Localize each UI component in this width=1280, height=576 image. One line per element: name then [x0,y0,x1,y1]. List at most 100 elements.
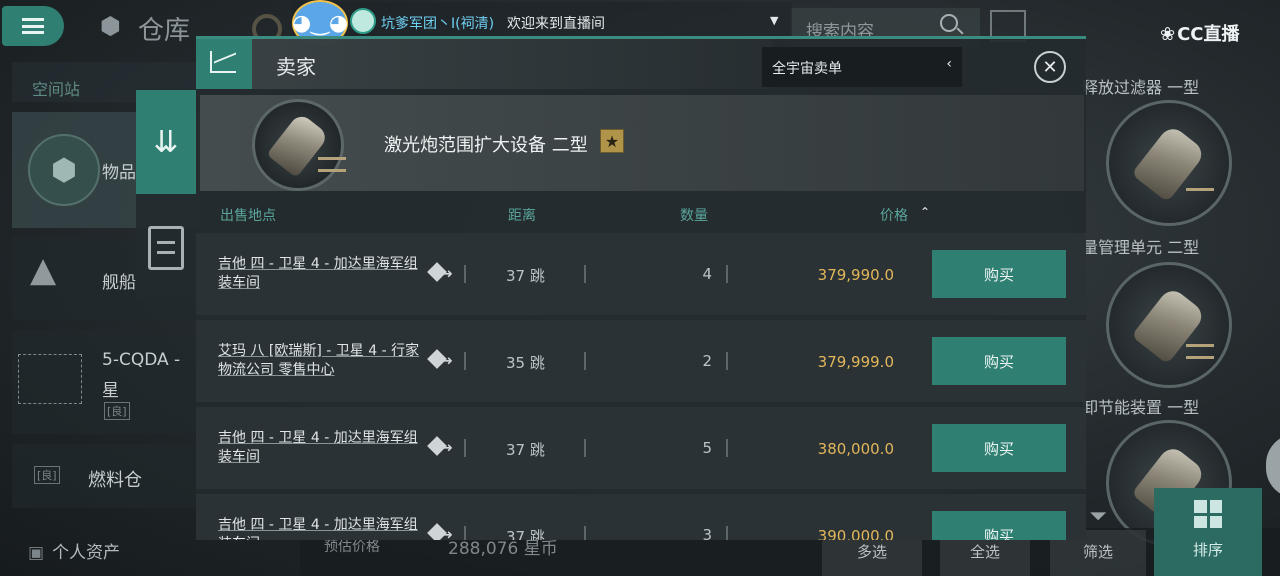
basket-icon: ⇊ [153,124,179,160]
ship-icon: ▲ [30,250,57,290]
divider [584,352,586,370]
tab-buy[interactable]: ⇊ [136,90,196,194]
caret-down-icon[interactable]: ▼ [770,14,778,27]
brand-logo: ❀ CC直播 [1160,20,1240,46]
grid-item-title: 释放过滤器 一型 [1082,78,1200,97]
column-distance[interactable]: 距离 [508,205,536,225]
brand-text: CC直播 [1177,24,1240,45]
divider [464,439,466,457]
personal-assets-label: 个人资产 [52,543,121,563]
buy-button[interactable]: 购买 [932,424,1066,472]
paw-icon: ❀ [1160,24,1176,45]
module-icon [1131,285,1207,365]
personal-assets-button[interactable]: ▣ 个人资产 [28,538,120,563]
security-tag: [良] [104,402,130,420]
route-icon[interactable]: ➜ [427,349,456,372]
route-icon[interactable]: ➜ [427,436,456,459]
sort-ascending-icon[interactable]: ⌃ [920,205,930,219]
cube-icon: ⬢ [100,12,121,40]
sidebar-item-label: 舰船 [102,273,136,293]
item-icon[interactable] [252,99,344,191]
dialog-title: 卖家 [276,55,316,79]
row-distance: 35 跳 [506,354,545,372]
divider [464,526,466,540]
table-row: 吉他 四 - 卫星 4 - 加达里海军组装车间 ➜ 37 跳 4 379,990… [196,233,1086,315]
row-location[interactable]: 吉他 四 - 卫星 4 - 加达里海军组装车间 [218,255,428,293]
column-location[interactable]: 出售地点 [220,205,276,225]
welcome-text: 欢迎来到直播间 [507,16,605,32]
level-badge-icon [350,8,376,34]
station-icon [18,354,82,404]
route-icon[interactable]: ➜ [427,262,456,285]
row-quantity: 3 [702,526,712,540]
grid-item-card[interactable] [1106,262,1232,388]
row-distance: 37 跳 [506,267,545,285]
line-chart-icon [210,51,236,73]
sidebar-item-station[interactable]: 5-CQDA - 星 [良] [12,330,202,434]
tech-level-mark [318,169,346,172]
row-location[interactable]: 艾玛 八 [欧瑞斯] - 卫星 4 - 行家物流公司 零售中心 [218,342,428,380]
row-quantity: 5 [702,439,712,457]
column-quantity[interactable]: 数量 [680,205,708,225]
filter-label: 筛选 [1082,543,1113,561]
divider [726,265,728,283]
chevron-left-icon: ‹ [946,56,952,72]
row-distance: 37 跳 [506,441,545,459]
item-summary: 激光炮范围扩大设备 二型 ★ [200,95,1084,191]
station-name-line2: 星 [102,381,119,401]
grid-item-title: 量管理单元 二型 [1082,238,1200,257]
divider [726,439,728,457]
tech-level-mark [318,157,346,160]
tech-level-mark [1186,344,1214,347]
row-price: 380,000.0 [817,440,894,458]
warehouse-title: 仓库 [138,16,191,46]
region-select[interactable]: 全宇宙卖单 ‹ [762,47,962,87]
sidebar-item-fuel[interactable]: [良] 燃料仓 [12,444,202,508]
buy-button[interactable]: 购买 [932,250,1066,298]
viewer-name: 坑爹军团丶I(祠清) [381,16,495,32]
grid-item-title: 卸节能装置 一型 [1082,398,1200,417]
buy-button[interactable]: 购买 [932,337,1066,385]
close-icon: ✕ [1042,56,1058,78]
search-icon[interactable] [940,14,958,32]
sidebar-item-label: 燃料仓 [88,470,142,491]
sort-button[interactable]: 排序 [1154,488,1262,576]
fuel-tag: [良] [34,466,60,484]
side-drawer-handle[interactable] [1266,434,1280,498]
row-price: 390,000.0 [817,527,894,540]
grid-item-card[interactable] [1106,100,1232,226]
row-location[interactable]: 吉他 四 - 卫星 4 - 加达里海军组装车间 [218,516,428,540]
favorite-star-icon[interactable]: ★ [600,129,624,153]
item-name: 激光炮范围扩大设备 二型 [384,135,588,156]
row-price: 379,990.0 [817,266,894,284]
divider [726,352,728,370]
table-row: 吉他 四 - 卫星 4 - 加达里海军组装车间 ➜ 37 跳 5 380,000… [196,407,1086,489]
divider [726,526,728,540]
column-price[interactable]: 价格 [880,205,908,225]
divider [584,439,586,457]
main-menu-button[interactable] [2,6,64,46]
table-header: 出售地点 距离 数量 价格 ⌃ [196,197,1086,229]
dialog-header [252,39,772,89]
route-icon[interactable]: ➜ [427,523,456,540]
station-name-line1: 5-CQDA - [102,350,181,370]
price-history-tab[interactable] [196,39,252,89]
row-quantity: 4 [702,265,712,283]
sort-label: 排序 [1192,541,1223,559]
row-price: 379,999.0 [817,353,894,371]
table-row: 艾玛 八 [欧瑞斯] - 卫星 4 - 行家物流公司 零售中心 ➜ 35 跳 2… [196,320,1086,402]
order-list-icon[interactable] [148,226,184,270]
row-location[interactable]: 吉他 四 - 卫星 4 - 加达里海军组装车间 [218,429,428,467]
safe-icon: ▣ [28,543,45,563]
grid-icon [1194,500,1222,528]
divider [464,352,466,370]
menu-icon [22,18,44,34]
close-button[interactable]: ✕ [1034,51,1066,83]
tech-level-mark [1186,356,1214,359]
buy-button[interactable]: 购买 [932,511,1066,540]
divider [584,265,586,283]
tech-level-mark [1186,188,1214,191]
box-icon: ⬢ [28,134,100,206]
table-row: 吉他 四 - 卫星 4 - 加达里海军组装车间 ➜ 37 跳 3 390,000… [196,494,1086,540]
row-quantity: 2 [702,352,712,370]
